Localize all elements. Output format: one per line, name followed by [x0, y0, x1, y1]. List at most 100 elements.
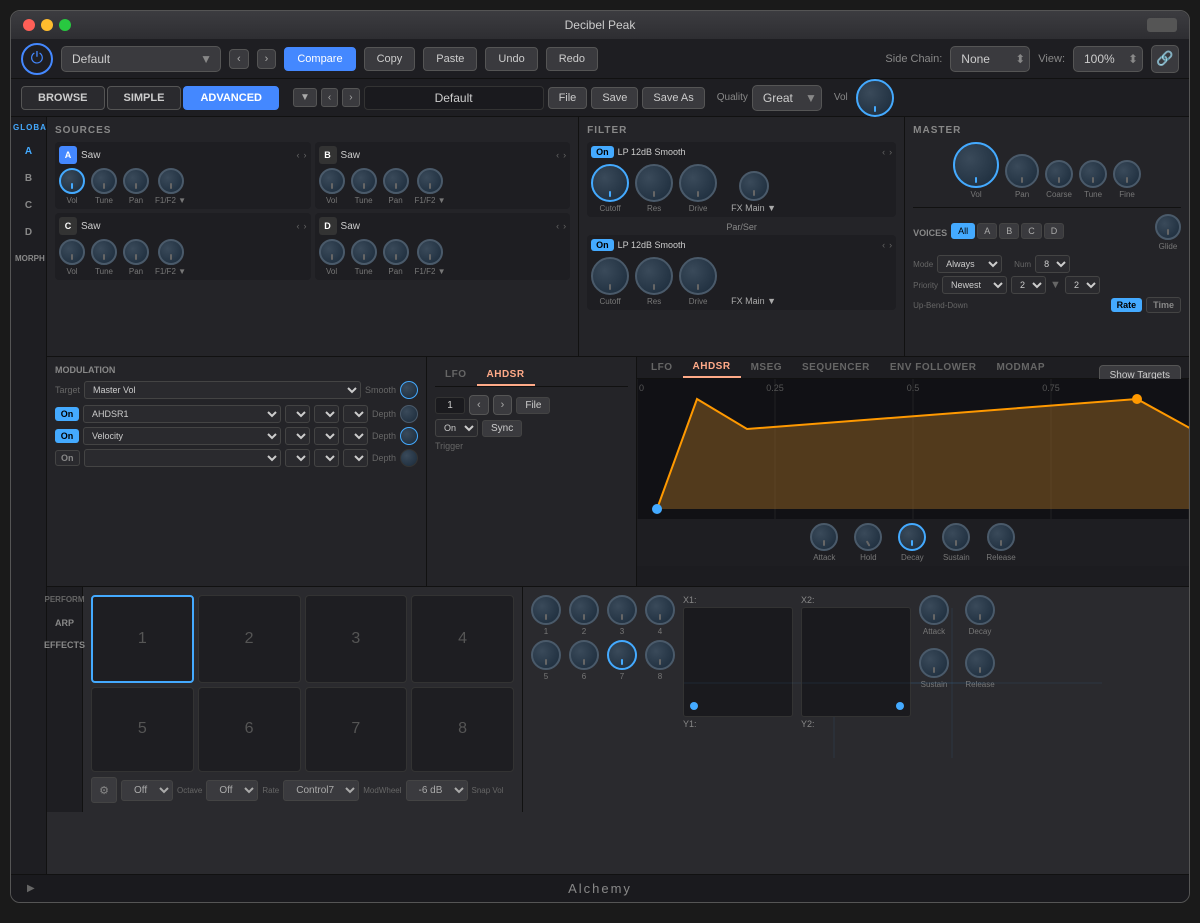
filter-1-par-ser-knob[interactable] [739, 171, 769, 201]
xy1-pad[interactable] [683, 607, 793, 717]
tab-ahdsr-main[interactable]: AHDSR [683, 357, 741, 378]
pad-4[interactable]: 4 [411, 595, 514, 683]
xy2-pad[interactable] [801, 607, 911, 717]
pad-3[interactable]: 3 [305, 595, 408, 683]
filter-1-prev[interactable]: ‹ [882, 147, 885, 157]
preset-name-field[interactable]: Default [364, 86, 544, 110]
preset-nav-prev[interactable]: ‹ [321, 88, 338, 107]
voices-num-select[interactable]: 8 [1035, 255, 1070, 273]
release-knob[interactable] [987, 523, 1015, 551]
simple-tab[interactable]: SIMPLE [107, 86, 182, 110]
link-button[interactable]: 🔗 [1151, 45, 1179, 73]
vol-knob[interactable] [856, 79, 894, 117]
tab-sequencer[interactable]: SEQUENCER [792, 358, 880, 377]
preset-next-button[interactable]: › [257, 49, 277, 69]
lfo-file-btn[interactable]: File [516, 397, 550, 414]
pad-8[interactable]: 8 [411, 687, 514, 773]
voices-tab-all[interactable]: All [951, 223, 975, 239]
voices-v2-select[interactable]: 2 [1065, 276, 1100, 294]
macro-5-knob[interactable] [531, 640, 561, 670]
mod-3-source-select[interactable] [84, 449, 281, 467]
macro-1-knob[interactable] [531, 595, 561, 625]
pad-7[interactable]: 7 [305, 687, 408, 773]
master-pan-knob[interactable] [1005, 154, 1039, 188]
tab-modmap[interactable]: MODMAP [986, 358, 1055, 377]
decay-knob[interactable] [898, 523, 926, 551]
voices-tab-d[interactable]: D [1044, 223, 1065, 239]
preset-dropdown[interactable]: Default ▼ [61, 46, 221, 72]
source-a-f1f2-knob[interactable] [158, 168, 184, 194]
filter-2-next[interactable]: › [889, 240, 892, 250]
source-a-tune-knob[interactable] [91, 168, 117, 194]
voices-v1-select[interactable]: 2 [1011, 276, 1046, 294]
source-a-vol-knob[interactable] [59, 168, 85, 194]
preset-prev-button[interactable]: ‹ [229, 49, 249, 69]
mod-2-arrow-select[interactable]: ▼ [343, 427, 368, 445]
hold-knob[interactable] [854, 523, 882, 551]
source-b-tune-knob[interactable] [351, 168, 377, 194]
source-c-next[interactable]: › [304, 221, 307, 231]
source-d-next[interactable]: › [563, 221, 566, 231]
filter-2-res-knob[interactable] [635, 257, 673, 295]
lfo-prev-btn[interactable]: ‹ [469, 395, 489, 415]
source-b-f1f2-knob[interactable] [417, 168, 443, 194]
source-a-pan-knob[interactable] [123, 168, 149, 194]
sidechain-select[interactable]: None ⬍ [950, 46, 1030, 72]
filter-fx-main-2[interactable]: FX Main ▼ [731, 296, 776, 306]
play-button[interactable]: ▶ [27, 883, 35, 894]
target-select[interactable]: Master Vol [84, 381, 361, 399]
source-c-badge[interactable]: C [59, 217, 77, 235]
mod-3-arrow-select[interactable]: ▼ [343, 449, 368, 467]
filter-1-next[interactable]: › [889, 147, 892, 157]
maximize-button[interactable] [59, 19, 71, 31]
mod-3-on-btn[interactable]: On [55, 450, 80, 466]
compare-button[interactable]: Compare [284, 47, 355, 71]
master-fine-knob[interactable] [1113, 160, 1141, 188]
octave-select[interactable]: Off [121, 780, 173, 801]
tab-lfo-main[interactable]: LFO [641, 358, 683, 377]
filter-1-cutoff-knob[interactable] [591, 164, 629, 202]
redo-button[interactable]: Redo [546, 47, 598, 71]
mod-1-depth-knob[interactable] [400, 405, 418, 423]
tab-mseg[interactable]: MSEG [741, 358, 792, 377]
source-c-tune-knob[interactable] [91, 239, 117, 265]
rate-button[interactable]: Rate [1111, 298, 1143, 312]
filter-2-on-btn[interactable]: On [591, 239, 614, 251]
source-b-badge[interactable]: B [319, 146, 337, 164]
source-d-pan-knob[interactable] [383, 239, 409, 265]
file-button[interactable]: File [548, 87, 588, 109]
macro-6-knob[interactable] [569, 640, 599, 670]
source-a-prev[interactable]: ‹ [297, 150, 300, 160]
browse-tab[interactable]: BROWSE [21, 86, 105, 110]
filter-1-res-knob[interactable] [635, 164, 673, 202]
tab-env-follower[interactable]: ENV FOLLOWER [880, 358, 987, 377]
lfo-next-btn[interactable]: › [493, 395, 513, 415]
rate-select[interactable]: Off [206, 780, 258, 801]
smooth-knob[interactable] [400, 381, 418, 399]
mod-1-on-btn[interactable]: On [55, 407, 79, 421]
voices-tab-a[interactable]: A [977, 223, 997, 239]
lfo-on-select[interactable]: On [435, 419, 478, 437]
pad-2[interactable]: 2 [198, 595, 301, 683]
sidebar-item-morph[interactable]: MORPH [11, 246, 46, 271]
macro-4-knob[interactable] [645, 595, 675, 625]
effects-label[interactable]: EFFECTS [42, 634, 87, 656]
view-select[interactable]: 100% ⬍ [1073, 46, 1143, 72]
macro-7-knob[interactable] [607, 640, 637, 670]
sidebar-item-c[interactable]: C [11, 192, 46, 219]
master-coarse-knob[interactable] [1045, 160, 1073, 188]
voices-glide-knob[interactable] [1155, 214, 1181, 240]
quality-select[interactable]: Great ▼ [752, 85, 822, 111]
mod-2-minus-select[interactable]: - [314, 427, 339, 445]
master-tune-knob[interactable] [1079, 160, 1107, 188]
sidebar-item-d[interactable]: D [11, 219, 46, 246]
save-button[interactable]: Save [591, 87, 638, 109]
voices-mode-select[interactable]: Always [937, 255, 1002, 273]
mod-2-on-btn[interactable]: On [55, 429, 79, 443]
tab-ahdsr[interactable]: AHDSR [477, 365, 535, 386]
source-b-prev[interactable]: ‹ [556, 150, 559, 160]
mod-1-arrow-select[interactable]: ▼ [343, 405, 368, 423]
right-decay-knob[interactable] [965, 595, 995, 625]
mod-3-depth-knob[interactable] [400, 449, 418, 467]
filter-2-cutoff-knob[interactable] [591, 257, 629, 295]
